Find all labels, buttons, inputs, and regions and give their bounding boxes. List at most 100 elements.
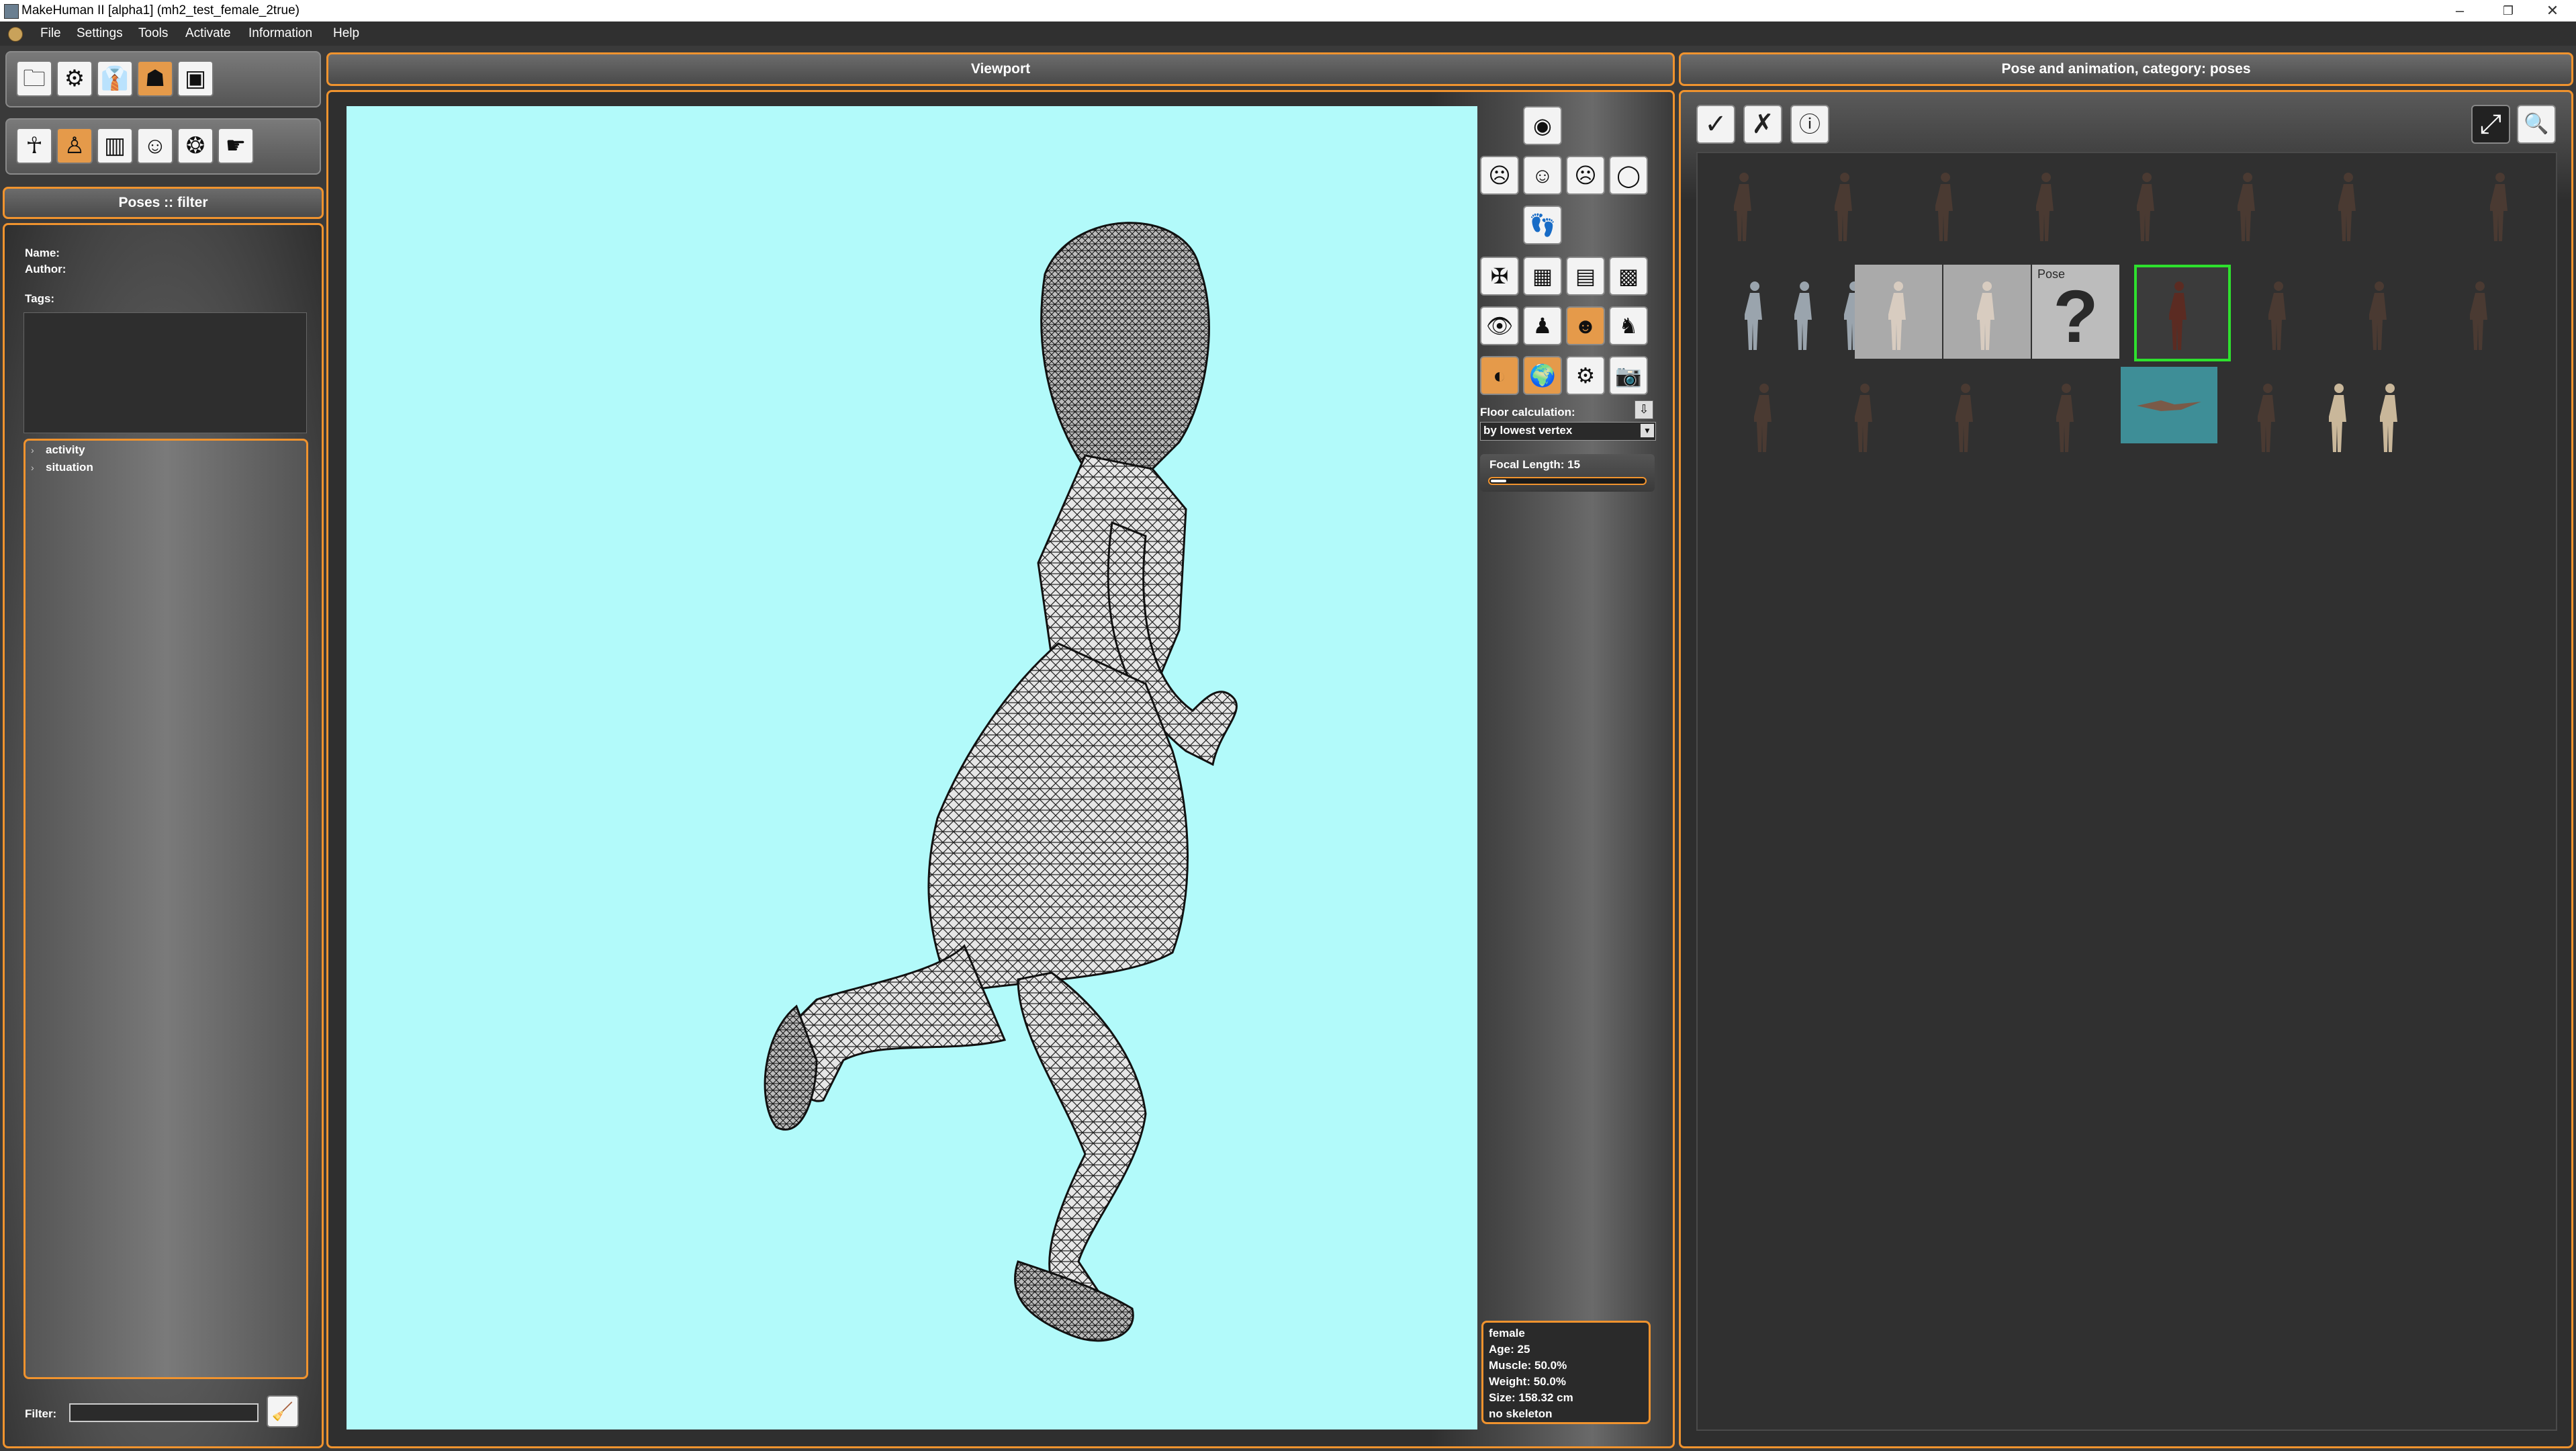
clothes-icon[interactable]: 👔 (97, 60, 133, 97)
folder-icon[interactable]: 🗀 (16, 60, 52, 97)
pose-thumbnail[interactable] (1821, 367, 1908, 461)
app-menu-icon[interactable] (8, 27, 23, 42)
menu-file[interactable]: File (40, 21, 61, 46)
camera-reset-icon[interactable]: ◉ (1523, 106, 1562, 145)
expression-icon[interactable]: ☺ (137, 128, 173, 164)
pose-thumbnail[interactable] (1922, 367, 2009, 461)
screenshot-camera-icon[interactable]: 📷 (1609, 356, 1648, 395)
menu-tools[interactable]: Tools (138, 21, 168, 46)
menu-activate[interactable]: Activate (185, 21, 231, 46)
tree-item-activity[interactable]: activity (46, 443, 85, 457)
focal-length-slider[interactable] (1488, 477, 1647, 485)
selected-pose-thumbnail[interactable] (2134, 265, 2231, 361)
pose-thumbnail[interactable] (2023, 367, 2110, 461)
filter-label: Filter: (25, 1407, 57, 1420)
pose-thumbnail[interactable] (1720, 367, 1808, 461)
pose-skeleton-icon[interactable]: ♞ (1609, 306, 1648, 345)
minimize-button[interactable]: – (2436, 0, 2483, 21)
eye-icon[interactable]: 👁 (1480, 306, 1519, 345)
pose-thumbnail[interactable] (2456, 156, 2544, 250)
clear-filter-icon[interactable]: 🧹 (267, 1395, 299, 1427)
menu-information[interactable]: Information (248, 21, 312, 46)
view-right-icon[interactable]: ☹ (1566, 156, 1605, 195)
title-bar: MakeHuman II [alpha1] (mh2_test_female_2… (0, 0, 2576, 21)
pose-thumbnail[interactable] (2121, 367, 2217, 443)
viewport-header: Viewport (326, 52, 1675, 86)
render-image-icon[interactable]: ▣ (177, 60, 214, 97)
window-title: MakeHuman II [alpha1] (mh2_test_female_2… (21, 3, 300, 17)
menu-settings[interactable]: Settings (77, 21, 123, 46)
menu-help[interactable]: Help (333, 21, 359, 46)
figure-icon[interactable]: ♟ (1523, 306, 1562, 345)
view-back-icon[interactable]: ◯ (1609, 156, 1648, 195)
info-muscle: Muscle: 50.0% (1489, 1359, 1567, 1372)
view-bottom-icon[interactable]: 👣 (1523, 206, 1562, 245)
main-toolbar: 🗀 ⚙ 👔 ☗ ▣ (5, 51, 321, 107)
globe-icon[interactable]: 🌍 (1523, 356, 1562, 395)
filter-input[interactable] (69, 1403, 259, 1422)
poses-filter-header: Poses :: filter (3, 187, 324, 219)
chevron-down-icon: ▼ (1641, 424, 1654, 437)
pose-thumbnail[interactable] (2436, 265, 2524, 359)
pose-thumbnail[interactable] (1855, 265, 1942, 359)
animation-icon[interactable]: ▥ (97, 128, 133, 164)
info-weight: Weight: 50.0% (1489, 1375, 1566, 1388)
pose-icon[interactable]: ♙ (56, 128, 93, 164)
sub-toolbar: ☥ ♙ ▥ ☺ ❂ ☛ (5, 118, 321, 175)
pose-thumbnail[interactable] (1943, 265, 2031, 359)
name-label: Name: (25, 247, 60, 259)
pose-thumbnail[interactable] (2204, 156, 2291, 250)
author-label: Author: (25, 263, 66, 275)
model-info-box: female Age: 25 Muscle: 50.0% Weight: 50.… (1481, 1321, 1651, 1424)
info-gender: female (1489, 1327, 1525, 1339)
info-skeleton: no skeleton (1489, 1407, 1553, 1420)
floor-grid-icon[interactable]: ▩ (1609, 257, 1648, 296)
tree-item-situation[interactable]: situation (46, 461, 93, 474)
app-icon (4, 4, 19, 19)
pose-thumbnail[interactable] (1700, 156, 1788, 250)
pose-thumbnail[interactable] (2103, 156, 2191, 250)
wireframe-icon[interactable]: ☻ (1566, 306, 1605, 345)
pose-group-icon[interactable]: ☗ (137, 60, 173, 97)
question-mark-icon: ? (2053, 275, 2099, 358)
skeleton-icon[interactable]: ☥ (16, 128, 52, 164)
settings-gear-icon[interactable]: ⚙ (1566, 356, 1605, 395)
human-model-wireframe (764, 222, 1238, 1342)
maximize-button[interactable]: ❐ (2485, 0, 2532, 21)
face-units-icon[interactable]: ❂ (177, 128, 214, 164)
info-size: Size: 158.32 cm (1489, 1391, 1573, 1404)
info-icon[interactable]: ⓘ (1790, 105, 1829, 144)
unknown-pose-thumbnail[interactable]: Pose ? (2032, 265, 2119, 359)
lighting-icon[interactable]: ◐ (1480, 356, 1519, 395)
skeleton-view-icon[interactable]: ✠ (1480, 257, 1519, 296)
check-icon[interactable]: ✓ (1696, 105, 1735, 144)
pose-thumbnail[interactable] (2346, 367, 2434, 461)
tag-tree: › activity › situation (24, 439, 308, 1379)
view-front-icon[interactable]: ☺ (1523, 156, 1562, 195)
modelling-icon[interactable]: ⚙ (56, 60, 93, 97)
floor-calculation-select[interactable]: by lowest vertex ▼ (1480, 422, 1656, 441)
menu-bar: File Settings Tools Activate Information… (0, 21, 2576, 46)
cross-icon[interactable]: ✗ (1743, 105, 1782, 144)
grid-icon[interactable]: ▦ (1523, 257, 1562, 296)
hand-icon[interactable]: ☛ (218, 128, 254, 164)
pose-thumbnail[interactable] (2305, 156, 2392, 250)
fullscreen-icon[interactable]: ⤢ (2471, 105, 2510, 144)
tags-label: Tags: (25, 292, 55, 305)
3d-canvas[interactable] (347, 106, 1477, 1430)
download-icon[interactable]: ⇩ (1635, 400, 1653, 419)
tags-box[interactable] (24, 312, 307, 433)
pose-thumbnail[interactable] (1801, 156, 1888, 250)
pose-thumbnail[interactable] (2235, 265, 2322, 359)
chevron-right-icon[interactable]: › (31, 462, 34, 473)
floor-calculation-label: Floor calculation: (1480, 406, 1575, 419)
chevron-right-icon[interactable]: › (31, 445, 34, 455)
focal-length-label: Focal Length: 15 (1489, 458, 1581, 471)
pose-thumbnail[interactable] (2336, 265, 2423, 359)
zoom-grid-icon[interactable]: 🔍 (2517, 105, 2556, 144)
side-grid-icon[interactable]: ▤ (1566, 257, 1605, 296)
view-left-icon[interactable]: ☹ (1480, 156, 1519, 195)
pose-thumbnail[interactable] (1902, 156, 1989, 250)
pose-thumbnail[interactable] (2003, 156, 2090, 250)
close-button[interactable]: ✕ (2529, 0, 2576, 21)
